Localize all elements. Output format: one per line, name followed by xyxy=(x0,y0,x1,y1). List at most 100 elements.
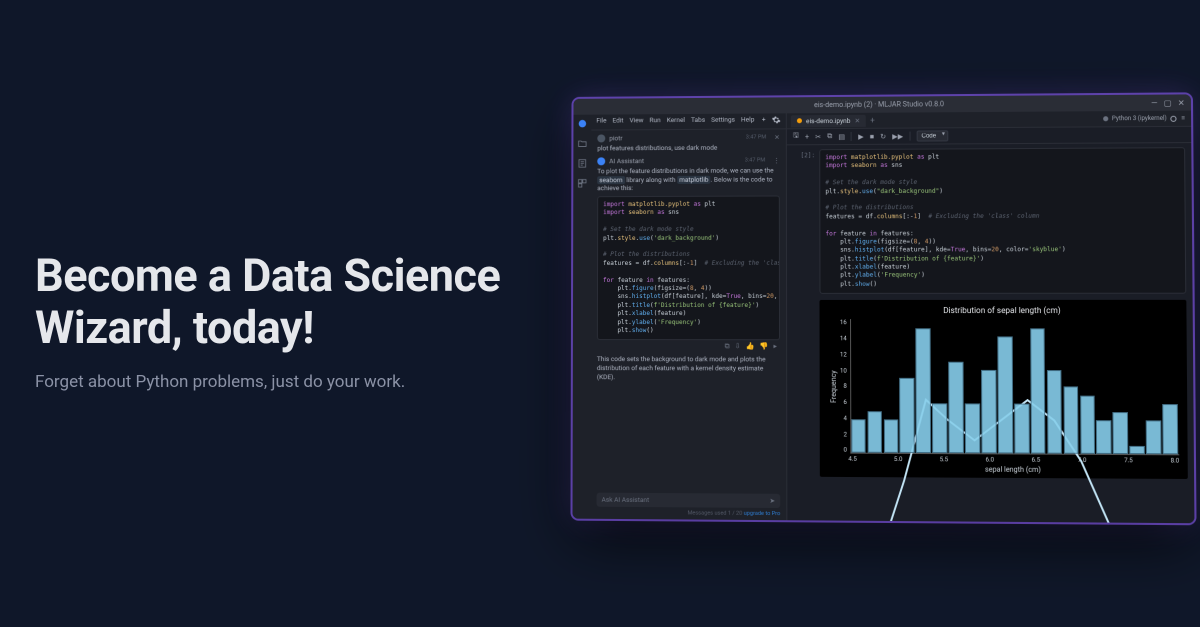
notebook-tab[interactable]: eis-demo.ipynb ✕ xyxy=(791,114,866,127)
paste-icon[interactable]: ▤ xyxy=(838,132,845,140)
kernel-name: Python 3 (ipykernel) xyxy=(1112,115,1167,122)
plot-bar xyxy=(1030,328,1046,454)
avatar-ai xyxy=(597,157,605,165)
notebook-tab-label: eis-demo.ipynb xyxy=(806,116,850,124)
hero-title-line1: Become a Data Science xyxy=(35,249,500,302)
hero-copy: Become a Data Science Wizard, today! For… xyxy=(35,250,565,392)
tab-close-icon[interactable]: ✕ xyxy=(855,116,861,124)
menu-edit[interactable]: Edit xyxy=(612,116,623,127)
kernel-indicator[interactable]: Python 3 (ipykernel) ≡ xyxy=(1103,115,1185,123)
window-title: eis-demo.ipynb (2) · MLJAR Studio v0.8.0 xyxy=(814,100,944,109)
hero-title: Become a Data Science Wizard, today! xyxy=(35,250,565,354)
plot-bar xyxy=(916,328,931,454)
chat-input[interactable]: Ask AI Assistant ➤ xyxy=(597,493,781,508)
run-cell-icon[interactable]: ▶ xyxy=(858,132,863,140)
plus-icon[interactable]: + xyxy=(762,115,766,126)
cell-code[interactable]: import matplotlib.pyplot as plt import s… xyxy=(819,147,1186,294)
add-cell-icon[interactable]: + xyxy=(805,133,809,141)
plot-bar xyxy=(948,361,963,453)
run-icon[interactable]: ▸ xyxy=(773,343,777,352)
chat-footer: Messages used 1 / 20 upgrade to Pro xyxy=(591,509,787,521)
cut-icon[interactable]: ✂ xyxy=(815,133,821,141)
code-toolbar: ⧉ ⇩ 👍 👎 ▸ xyxy=(597,340,780,351)
hero-subtitle: Forget about Python problems, just do yo… xyxy=(35,372,565,392)
plot-bar xyxy=(851,419,866,453)
upgrade-link[interactable]: upgrade to Pro xyxy=(744,511,781,517)
plot-bar xyxy=(883,420,898,454)
cell-type-select[interactable]: Code xyxy=(916,130,948,141)
chat-user-name: piotr xyxy=(609,134,622,142)
chat-input-placeholder: Ask AI Assistant xyxy=(602,496,650,504)
chat-user-time: 3:47 PM xyxy=(746,134,766,140)
menubar: File Edit View Run Kernel Tabs Settings … xyxy=(591,113,785,130)
cell-prompt: [2]: xyxy=(793,149,816,294)
home-icon[interactable] xyxy=(577,119,587,129)
plot-bar xyxy=(1014,403,1029,454)
plot-output: Distribution of sepal length (cm) Freque… xyxy=(819,300,1187,479)
plot-bar xyxy=(1113,412,1128,454)
restart-icon[interactable]: ↻ xyxy=(880,132,886,140)
plot-bar xyxy=(981,370,996,454)
activity-bar xyxy=(572,115,591,519)
new-tab-icon[interactable]: + xyxy=(870,116,875,125)
plot-bar xyxy=(1162,404,1178,455)
notebook-dot-icon xyxy=(797,118,802,123)
menu-file[interactable]: File xyxy=(596,117,606,128)
plot-yticks: 1614121086420 xyxy=(840,319,850,454)
plot-bar xyxy=(1096,420,1111,454)
copy-cell-icon[interactable]: ⧉ xyxy=(827,132,832,141)
plot-ylabel: Frequency xyxy=(828,319,840,454)
plot-bar xyxy=(932,403,947,453)
plot-bar xyxy=(1130,446,1145,455)
chat-ai-time: 3:47 PM xyxy=(745,157,765,163)
plot-bar xyxy=(900,378,915,453)
save-icon[interactable]: 🖫 xyxy=(793,131,799,142)
chat-more-icon[interactable]: ⋮ xyxy=(773,156,780,164)
thumbs-down-icon[interactable]: 👎 xyxy=(760,343,769,352)
menu-run[interactable]: Run xyxy=(649,116,660,127)
plot-bar xyxy=(997,336,1013,454)
extensions-icon[interactable] xyxy=(577,178,587,188)
plot-bar xyxy=(1080,395,1096,454)
copy-icon[interactable]: ⧉ xyxy=(725,342,730,351)
settings-gear-icon[interactable] xyxy=(772,115,781,126)
cell-type-select-wrap[interactable]: Code xyxy=(916,130,948,141)
plot-grid xyxy=(850,319,1180,455)
menu-kernel[interactable]: Kernel xyxy=(667,116,685,127)
editor-panel: eis-demo.ipynb ✕ + Python 3 (ipykernel) … xyxy=(787,111,1195,524)
plot-bar xyxy=(1146,421,1161,455)
menu-view[interactable]: View xyxy=(629,116,643,127)
chat-msg-ai: AI Assistant 3:47 PM ⋮ To plot the featu… xyxy=(597,156,780,382)
plot-xlabel: sepal length (cm) xyxy=(828,465,1179,475)
folder-icon[interactable] xyxy=(577,139,587,149)
chat-close-icon[interactable]: ✕ xyxy=(774,133,780,141)
chat-ai-name: AI Assistant xyxy=(609,157,644,165)
plot-bar xyxy=(965,403,980,453)
menu-help[interactable]: Help xyxy=(741,116,754,127)
menu-tabs[interactable]: Tabs xyxy=(691,116,705,127)
kernel-status-icon xyxy=(1171,115,1177,121)
chat-code-block: import matplotlib.pyplot as plt import s… xyxy=(597,196,780,341)
plot-bar xyxy=(1063,387,1079,454)
chat-ai-intro: To plot the feature distributions in dar… xyxy=(597,166,780,193)
chat-user-body: plot features distributions, use dark mo… xyxy=(597,143,780,153)
plot-bar xyxy=(1047,370,1063,454)
close-icon[interactable]: ✕ xyxy=(1178,98,1185,107)
download-icon[interactable]: ⇩ xyxy=(735,343,741,352)
thumbs-up-icon[interactable]: 👍 xyxy=(746,343,755,352)
app-window: eis-demo.ipynb (2) · MLJAR Studio v0.8.0… xyxy=(572,94,1194,523)
chat-msg-user: piotr 3:47 PM ✕ plot features distributi… xyxy=(597,133,780,153)
chat-stream: piotr 3:47 PM ✕ plot features distributi… xyxy=(591,129,787,489)
stop-icon[interactable]: ■ xyxy=(870,132,874,140)
chat-panel: File Edit View Run Kernel Tabs Settings … xyxy=(591,113,788,520)
code-cell[interactable]: [2]: import matplotlib.pyplot as plt imp… xyxy=(793,147,1186,294)
menu-settings[interactable]: Settings xyxy=(711,116,735,127)
send-icon[interactable]: ➤ xyxy=(770,497,776,505)
run-all-icon[interactable]: ▶▶ xyxy=(892,132,903,140)
hero-title-line2: Wizard, today! xyxy=(35,301,314,354)
minimize-icon[interactable]: — xyxy=(1151,98,1158,107)
plot-xticks: 4.55.05.56.06.57.07.58.0 xyxy=(828,454,1179,465)
maximize-icon[interactable]: ▢ xyxy=(1164,98,1172,107)
sheet-icon[interactable] xyxy=(577,158,587,168)
kernel-menu-icon[interactable]: ≡ xyxy=(1181,115,1185,122)
